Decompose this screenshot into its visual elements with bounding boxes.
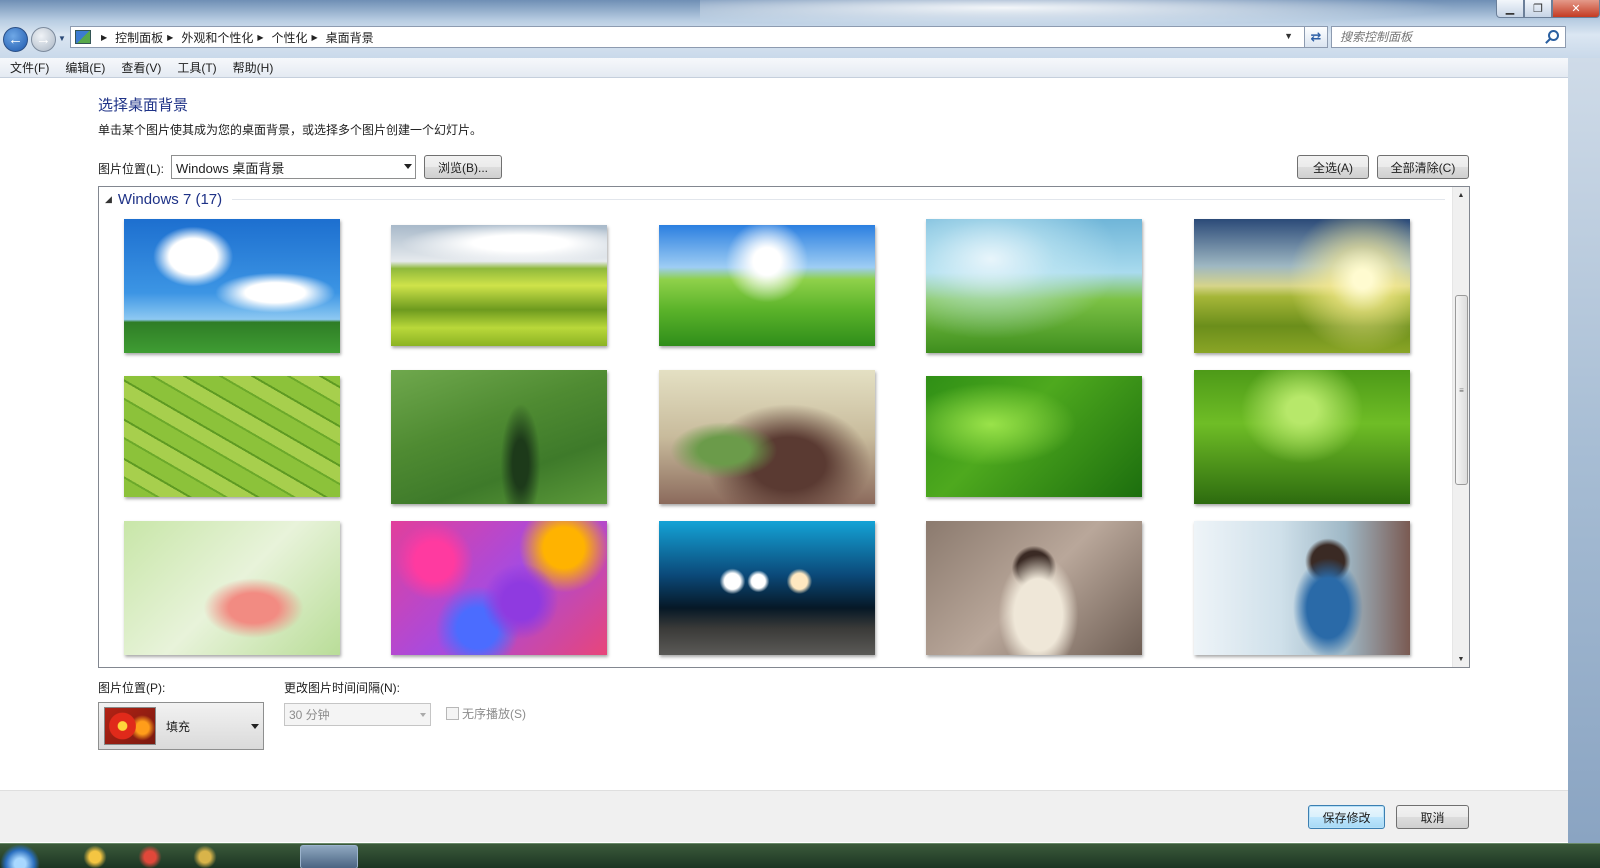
- position-value: 填充: [166, 719, 191, 734]
- page-title: 选择桌面背景: [98, 97, 189, 114]
- interval-select[interactable]: 30 分钟: [284, 703, 431, 726]
- chevron-right-icon[interactable]: ▶: [167, 33, 173, 42]
- wallpaper-thumb[interactable]: [659, 370, 875, 504]
- breadcrumb-control-panel[interactable]: 控制面板: [115, 29, 163, 46]
- wallpaper-thumb[interactable]: [1194, 219, 1410, 353]
- wallpaper-thumb[interactable]: [926, 521, 1142, 655]
- collapse-triangle-icon[interactable]: ◢: [105, 194, 112, 205]
- interval-value: 30 分钟: [289, 708, 330, 722]
- menu-bar: 文件(F) 编辑(E) 查看(V) 工具(T) 帮助(H): [0, 58, 1568, 78]
- checkbox-icon[interactable]: [446, 707, 459, 720]
- select-all-button[interactable]: 全选(A): [1297, 155, 1369, 179]
- minimize-button[interactable]: ▁: [1496, 0, 1524, 18]
- wallpaper-thumb[interactable]: [926, 219, 1142, 353]
- clear-all-button[interactable]: 全部清除(C): [1377, 155, 1469, 179]
- menu-view[interactable]: 查看(V): [121, 59, 161, 76]
- forward-button[interactable]: →: [31, 27, 56, 52]
- menu-help[interactable]: 帮助(H): [233, 59, 274, 76]
- maximize-button[interactable]: ❐: [1524, 0, 1552, 18]
- address-bar[interactable]: ▶ 控制面板 ▶ 外观和个性化 ▶ 个性化 ▶ 桌面背景 ▼: [70, 26, 1324, 48]
- refresh-icon: ⇄: [1310, 29, 1322, 44]
- start-button[interactable]: [0, 844, 40, 868]
- wallpaper-thumb[interactable]: [1194, 370, 1410, 504]
- taskbar-app-icon[interactable]: [80, 845, 110, 868]
- refresh-button[interactable]: ⇄: [1304, 26, 1328, 48]
- taskbar-app-icon[interactable]: [135, 845, 165, 868]
- wallpaper-thumb[interactable]: [124, 219, 340, 353]
- arrow-left-icon: ←: [8, 31, 23, 48]
- position-label: 图片位置(P):: [98, 681, 166, 695]
- wallpaper-thumb[interactable]: [391, 521, 607, 655]
- wallpaper-thumb[interactable]: [1194, 521, 1410, 655]
- wallpaper-thumb[interactable]: [124, 376, 340, 497]
- search-icon[interactable]: [1548, 30, 1559, 41]
- back-button[interactable]: ←: [3, 27, 28, 52]
- wallpaper-thumb[interactable]: [391, 370, 607, 504]
- group-divider: [232, 199, 1445, 200]
- wallpaper-thumb[interactable]: [659, 521, 875, 655]
- search-box[interactable]: [1331, 26, 1566, 48]
- control-panel-icon: [75, 30, 91, 44]
- save-changes-button[interactable]: 保存修改: [1308, 805, 1385, 829]
- desktop-edge: [1568, 58, 1600, 843]
- wallpaper-thumb[interactable]: [926, 376, 1142, 497]
- chevron-right-icon[interactable]: ▶: [312, 33, 318, 42]
- search-input[interactable]: [1340, 30, 1535, 44]
- chevron-down-icon: [404, 164, 412, 169]
- cancel-button[interactable]: 取消: [1396, 805, 1469, 829]
- chevron-right-icon[interactable]: ▶: [257, 33, 263, 42]
- taskbar: [0, 843, 1600, 868]
- menu-edit[interactable]: 编辑(E): [65, 59, 105, 76]
- chevron-down-icon: [420, 713, 426, 717]
- picture-location-value: Windows 桌面背景: [176, 160, 285, 176]
- recent-pages-dropdown[interactable]: ▼: [58, 34, 66, 43]
- wallpaper-gallery: ◢ Windows 7 (17) ▲ ≡ ▼: [98, 186, 1470, 668]
- wallpaper-thumb[interactable]: [659, 225, 875, 346]
- breadcrumb-personalization[interactable]: 个性化: [272, 29, 308, 46]
- shuffle-checkbox[interactable]: 无序播放(S): [446, 705, 526, 722]
- breadcrumb-appearance[interactable]: 外观和个性化: [181, 29, 253, 46]
- scroll-down-icon[interactable]: ▼: [1453, 651, 1469, 667]
- interval-label: 更改图片时间间隔(N):: [284, 681, 400, 695]
- menu-tools[interactable]: 工具(T): [177, 59, 216, 76]
- breadcrumb-desktop-background[interactable]: 桌面背景: [326, 29, 374, 46]
- position-preview-image: [104, 707, 156, 745]
- browse-button[interactable]: 浏览(B)...: [424, 155, 502, 179]
- taskbar-app-icon[interactable]: [190, 845, 220, 868]
- wallpaper-thumb[interactable]: [391, 225, 607, 346]
- close-button[interactable]: ✕: [1552, 0, 1600, 18]
- menu-file[interactable]: 文件(F): [10, 59, 49, 76]
- breadcrumb: ▶ 控制面板 ▶ 外观和个性化 ▶ 个性化 ▶ 桌面背景: [97, 29, 374, 46]
- window-titlebar: ▁ ❐ ✕ ← → ▼ ▶ 控制面板 ▶ 外观和个性化 ▶ 个性化 ▶ 桌面背景…: [0, 0, 1600, 58]
- group-header[interactable]: ◢ Windows 7 (17): [105, 191, 1445, 208]
- picture-position-select[interactable]: 填充: [98, 702, 264, 750]
- scrollbar-thumb[interactable]: ≡: [1455, 295, 1468, 485]
- address-dropdown-icon[interactable]: ▼: [1284, 31, 1293, 41]
- page-description: 单击某个图片使其成为您的桌面背景，或选择多个图片创建一个幻灯片。: [98, 123, 483, 137]
- taskbar-active-window[interactable]: [300, 845, 358, 868]
- picture-location-select[interactable]: Windows 桌面背景: [171, 155, 416, 179]
- picture-location-label: 图片位置(L):: [98, 162, 165, 176]
- shuffle-label: 无序播放(S): [462, 707, 526, 721]
- dialog-footer: 保存修改 取消: [0, 790, 1568, 842]
- group-title: Windows 7 (17): [117, 191, 223, 208]
- wallpaper-thumb[interactable]: [124, 521, 340, 655]
- window-controls: ▁ ❐ ✕: [1496, 0, 1600, 18]
- arrow-right-icon: →: [36, 31, 51, 48]
- main-content: 选择桌面背景 单击某个图片使其成为您的桌面背景，或选择多个图片创建一个幻灯片。 …: [0, 78, 1568, 790]
- scroll-up-icon[interactable]: ▲: [1453, 187, 1469, 203]
- chevron-down-icon: [251, 724, 259, 729]
- vertical-scrollbar[interactable]: ▲ ≡ ▼: [1452, 187, 1469, 667]
- chevron-right-icon[interactable]: ▶: [101, 33, 107, 42]
